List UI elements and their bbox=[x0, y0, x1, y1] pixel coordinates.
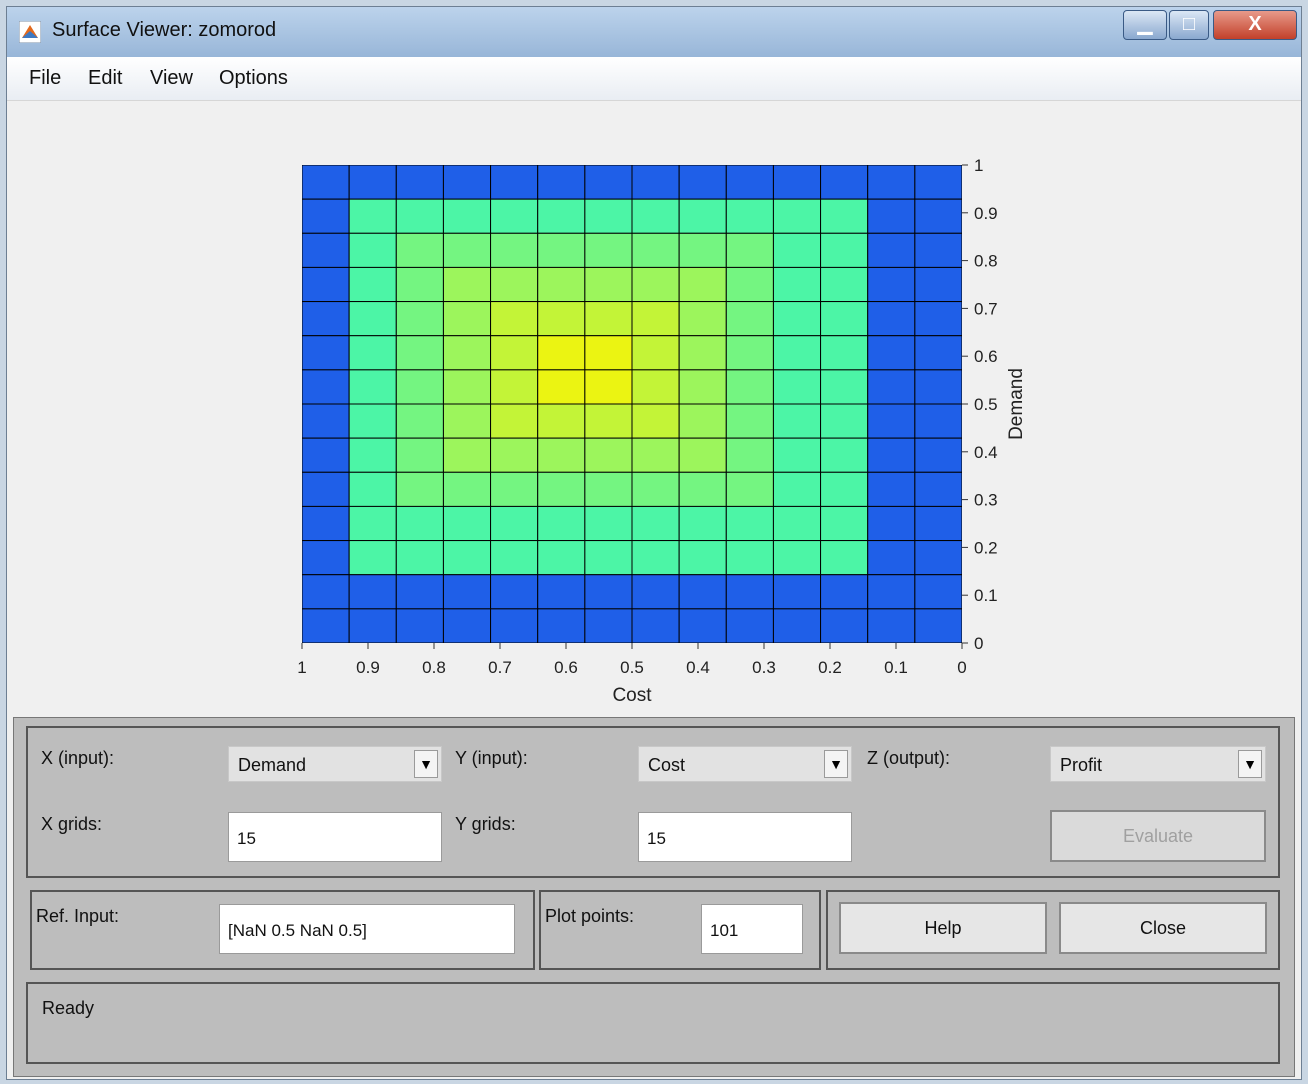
matlab-icon bbox=[19, 21, 41, 43]
x-tick-label: 0.3 bbox=[752, 658, 776, 677]
x-input-select[interactable]: Demand ▼ bbox=[228, 746, 442, 782]
surface-viewer-window: Surface Viewer: zomorod ▁ □ X File Edit … bbox=[6, 6, 1302, 1080]
plot-area: 1 0.9 0.8 0.7 0.6 0.5 0.4 0.3 0.2 0.1 0 0 0.1 0.2 0.3 0… bbox=[7, 101, 1301, 717]
x-tick-label: 0.9 bbox=[356, 658, 380, 677]
menu-options[interactable]: Options bbox=[219, 67, 288, 90]
y-tick-label: 0.9 bbox=[974, 204, 998, 223]
menu-bar: File Edit View Options bbox=[7, 57, 1301, 101]
y-input-label: Y (input): bbox=[455, 748, 528, 768]
z-output-value: Profit bbox=[1060, 755, 1103, 775]
x-tick-label: 0.7 bbox=[488, 658, 512, 677]
control-panel: X (input): Demand ▼ Y (input): Cost ▼ Z … bbox=[13, 717, 1295, 1077]
chevron-down-icon[interactable]: ▼ bbox=[824, 750, 848, 778]
ref-input-label: Ref. Input: bbox=[36, 906, 120, 926]
y-axis-label: Demand bbox=[1006, 368, 1027, 440]
x-tick-label: 0 bbox=[957, 658, 966, 677]
x-tick-label: 0.8 bbox=[422, 658, 446, 677]
y-input-value: Cost bbox=[648, 755, 686, 775]
x-grids-label: X grids: bbox=[41, 814, 103, 834]
menu-view[interactable]: View bbox=[150, 67, 193, 90]
y-tick-label: 1 bbox=[974, 156, 983, 175]
x-input-value: Demand bbox=[238, 755, 307, 775]
x-tick-label: 1 bbox=[297, 658, 306, 677]
x-input-label: X (input): bbox=[41, 748, 115, 768]
y-tick-label: 0.4 bbox=[974, 443, 998, 462]
chevron-down-icon[interactable]: ▼ bbox=[1238, 750, 1262, 778]
z-output-label: Z (output): bbox=[867, 748, 951, 768]
x-tick-label: 0.6 bbox=[554, 658, 578, 677]
evaluate-button[interactable]: Evaluate bbox=[1050, 810, 1266, 862]
plot-points-input[interactable]: 101 bbox=[701, 904, 803, 954]
x-tick-label: 0.5 bbox=[620, 658, 644, 677]
y-tick-label: 0.3 bbox=[974, 491, 998, 510]
plot-axes: 1 0.9 0.8 0.7 0.6 0.5 0.4 0.3 0.2 0.1 00 0.1 0.2 0.3 0… bbox=[297, 156, 1027, 706]
x-grids-input[interactable]: 15 bbox=[228, 812, 442, 862]
minimize-button[interactable]: ▁ bbox=[1123, 10, 1167, 40]
plot-points-label: Plot points: bbox=[545, 906, 635, 926]
y-tick-label: 0.6 bbox=[974, 347, 998, 366]
y-tick-label: 0.7 bbox=[974, 299, 998, 318]
window-title: Surface Viewer: zomorod bbox=[52, 19, 277, 41]
y-grids-label: Y grids: bbox=[455, 814, 516, 834]
status-frame bbox=[26, 982, 1280, 1064]
close-button[interactable]: Close bbox=[1059, 902, 1267, 954]
y-input-select[interactable]: Cost ▼ bbox=[638, 746, 852, 782]
close-window-button[interactable]: X bbox=[1213, 10, 1297, 40]
menu-file[interactable]: File bbox=[29, 67, 61, 90]
ref-input-field[interactable]: [NaN 0.5 NaN 0.5] bbox=[219, 904, 515, 954]
y-tick-label: 0.1 bbox=[974, 586, 998, 605]
maximize-button[interactable]: □ bbox=[1169, 10, 1209, 40]
x-tick-label: 0.1 bbox=[884, 658, 908, 677]
title-bar: Surface Viewer: zomorod ▁ □ X bbox=[7, 7, 1301, 57]
y-tick-label: 0.2 bbox=[974, 538, 998, 557]
help-button[interactable]: Help bbox=[839, 902, 1047, 954]
z-output-select[interactable]: Profit ▼ bbox=[1050, 746, 1266, 782]
y-grids-input[interactable]: 15 bbox=[638, 812, 852, 862]
y-tick-label: 0.8 bbox=[974, 252, 998, 271]
x-tick-label: 0.2 bbox=[818, 658, 842, 677]
chevron-down-icon[interactable]: ▼ bbox=[414, 750, 438, 778]
status-text: Ready bbox=[42, 998, 95, 1018]
menu-edit[interactable]: Edit bbox=[88, 67, 122, 90]
x-axis-label: Cost bbox=[612, 685, 652, 706]
y-tick-label: 0.5 bbox=[974, 395, 998, 414]
x-tick-label: 0.4 bbox=[686, 658, 710, 677]
y-tick-label: 0 bbox=[974, 634, 983, 653]
